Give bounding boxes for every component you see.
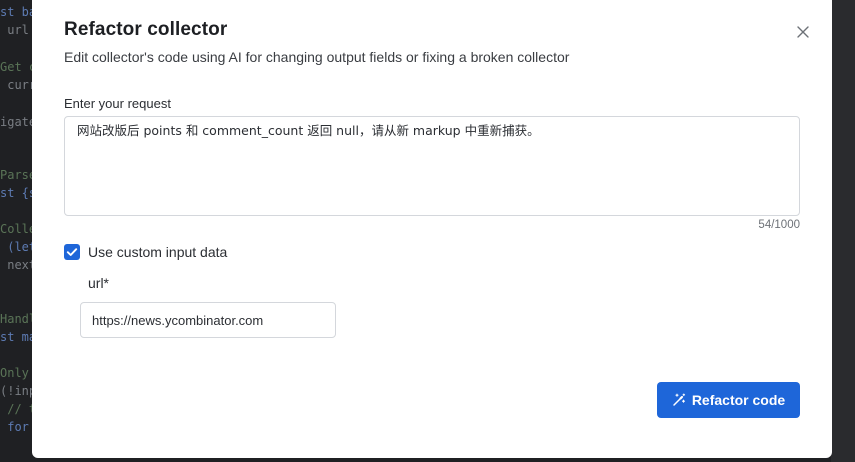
close-icon bbox=[797, 26, 809, 38]
code-line: Handl bbox=[0, 312, 37, 326]
code-line: for bbox=[0, 420, 29, 434]
code-line: curr bbox=[0, 78, 37, 92]
close-button[interactable] bbox=[794, 23, 812, 41]
custom-input-checkbox[interactable] bbox=[64, 244, 80, 260]
code-line: url bbox=[0, 23, 29, 37]
code-line: (let bbox=[0, 240, 37, 254]
refactor-collector-dialog: Refactor collector Edit collector's code… bbox=[32, 0, 832, 458]
checkmark-icon bbox=[66, 248, 78, 256]
code-line: (!inp bbox=[0, 384, 37, 398]
editor-scroll-gutter bbox=[831, 0, 855, 462]
code-line: st ma bbox=[0, 330, 37, 344]
character-counter: 54/1000 bbox=[758, 219, 800, 231]
code-line: st {s bbox=[0, 186, 37, 200]
dialog-title: Refactor collector bbox=[64, 19, 228, 40]
refactor-code-label: Refactor code bbox=[691, 392, 786, 408]
url-field-label: url* bbox=[88, 275, 110, 291]
request-label: Enter your request bbox=[64, 96, 171, 111]
code-line: igate bbox=[0, 115, 37, 129]
refactor-code-button[interactable]: Refactor code bbox=[657, 382, 800, 418]
dialog-subtitle: Edit collector's code using AI for chang… bbox=[64, 49, 570, 65]
custom-input-label[interactable]: Use custom input data bbox=[88, 244, 227, 260]
magic-wand-icon bbox=[673, 393, 685, 406]
request-textarea[interactable]: 网站改版后 points 和 comment_count 返回 null，请从新… bbox=[64, 116, 800, 216]
code-line: Only bbox=[0, 366, 29, 380]
url-input[interactable] bbox=[80, 302, 336, 338]
code-line: Parse bbox=[0, 168, 37, 182]
code-line: Get c bbox=[0, 60, 37, 74]
code-line: st ba bbox=[0, 5, 37, 19]
code-line: Colle bbox=[0, 222, 37, 236]
code-line: // t bbox=[0, 402, 37, 416]
code-line: next bbox=[0, 258, 37, 272]
